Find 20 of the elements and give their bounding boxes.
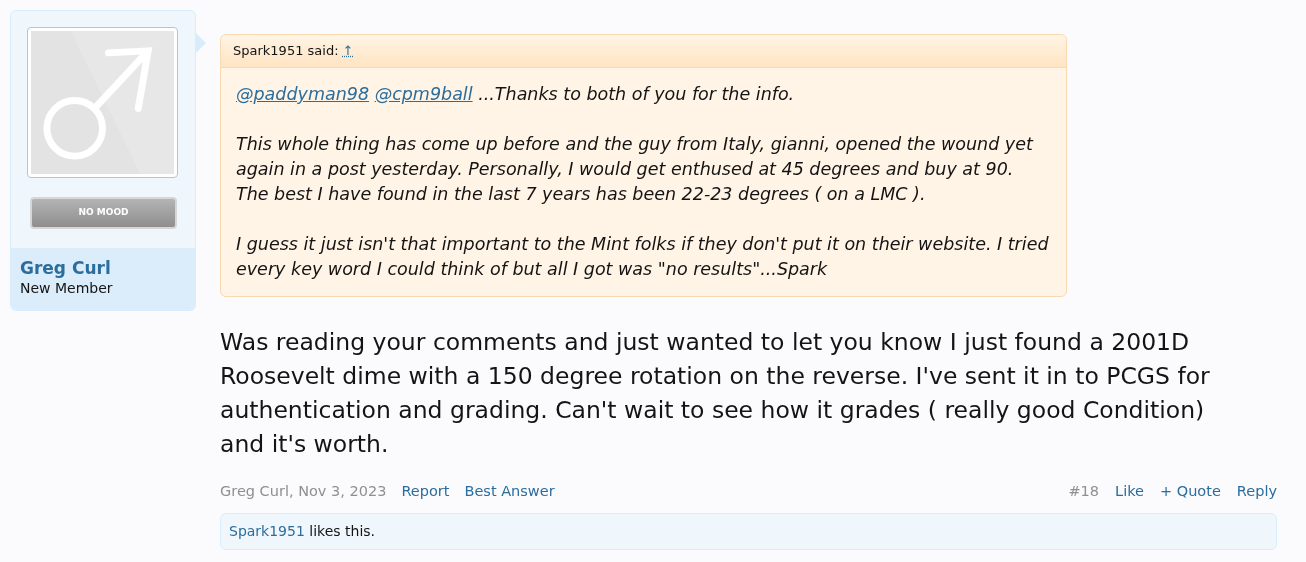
likes-text: Spark1951 likes this. — [229, 521, 376, 541]
action-link[interactable]: Report — [401, 481, 450, 503]
action-link[interactable]: Reply — [1236, 481, 1277, 503]
mention-link[interactable]: @paddyman98 — [236, 84, 370, 104]
post-byline: Greg Curl, Nov 3, 2023 — [220, 482, 387, 501]
action-link[interactable]: + Quote — [1160, 481, 1221, 503]
user-link[interactable]: Spark1951 — [229, 522, 305, 539]
quote-text: This whole thing has come up before and the guy from Italy, gianni, opened the wound yet again in a post yesterday. Personally, I would get enthused at 45 degrees and buy at 90. The best I have found in the last 7 years has been 22-23 degrees ( on a LMC ). — [236, 133, 1035, 206]
mood-badge: NO MOOD — [30, 197, 177, 229]
action-link[interactable]: Like — [1115, 481, 1144, 503]
user-title: New Member — [20, 279, 114, 297]
message-text: Was reading your comments and just wanted to let you know I just found a 2001D Roosevelt dime with a 150 degree rotation on the reverse. I've sent it in to PCGS for authentication and grading. Can't wait to see how it grades ( really good Condition) and it's worth. — [220, 327, 1211, 460]
username-link[interactable]: Greg Curl — [20, 257, 186, 279]
quote-text: @paddyman98 @cpm9ball ...Thanks to both of you for the info. — [236, 83, 796, 106]
jump-link[interactable]: ↑ — [342, 41, 354, 61]
quote-author: Spark1951 said: — [233, 42, 339, 61]
post-number: #18 — [1068, 482, 1100, 501]
quote-text: I guess it just isn't that important to the Mint folks if they don't put it on their website. I tried every key word I could think of but all I got was "no results"...Spark — [236, 233, 1050, 281]
action-link[interactable]: Best Answer — [464, 481, 555, 503]
mention-link[interactable]: @cpm9ball — [374, 84, 473, 104]
